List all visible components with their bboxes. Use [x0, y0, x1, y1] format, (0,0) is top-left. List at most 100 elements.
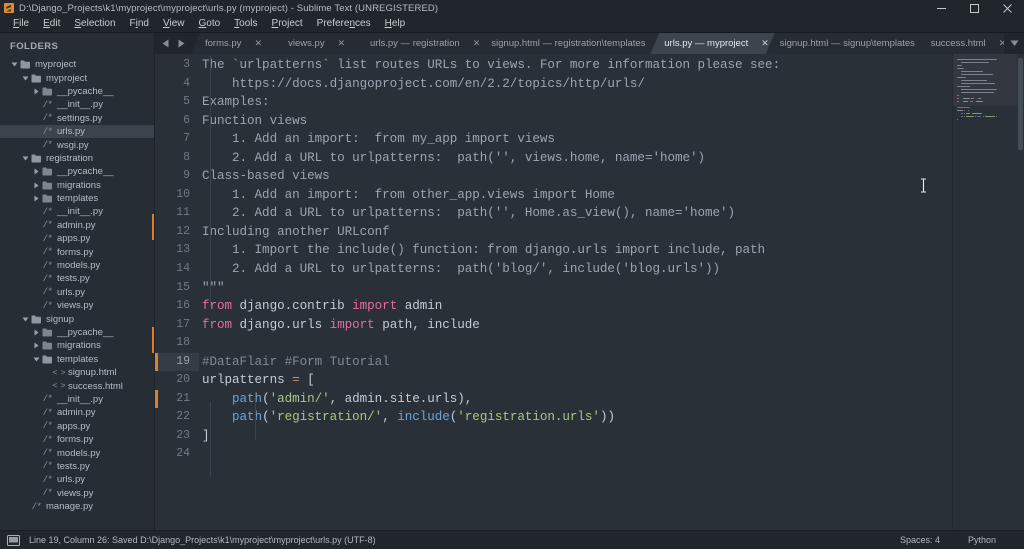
tree-file-models-py[interactable]: /* models.py — [0, 446, 155, 459]
menu-item-goto[interactable]: Goto — [191, 16, 227, 32]
tree-file-views-py[interactable]: /* views.py — [0, 299, 155, 312]
tree-file--init-py[interactable]: /* __init__.py — [0, 98, 155, 111]
chevron-down-icon[interactable] — [21, 155, 30, 162]
indentation-setting[interactable]: Spaces: 4 — [900, 535, 940, 545]
tab-list[interactable]: forms.py ✕ views.py ✕ urls.py — registration… — [191, 33, 1004, 54]
syntax-setting[interactable]: Python — [968, 535, 996, 545]
tab-success-html[interactable]: success.html ✕ — [917, 33, 1004, 54]
tree-file-apps-py[interactable]: /* apps.py — [0, 420, 155, 433]
tree-file-urls-py[interactable]: /* urls.py — [0, 286, 155, 299]
code-line[interactable]: 1. Add an import: from my_app import vie… — [199, 130, 952, 149]
tree-file-wsgi-py[interactable]: /* wsgi.py — [0, 138, 155, 151]
tree-file-urls-py[interactable]: /* urls.py — [0, 124, 155, 139]
console-toggle-icon[interactable] — [7, 534, 20, 546]
tree-folder--pycache-[interactable]: __pycache__ — [0, 326, 155, 339]
tree-file-admin-py[interactable]: /* admin.py — [0, 406, 155, 419]
code-line[interactable]: path('registration/', include('registrat… — [199, 408, 952, 427]
tree-folder--pycache-[interactable]: __pycache__ — [0, 165, 155, 178]
tree-file-tests-py[interactable]: /* tests.py — [0, 272, 155, 285]
tree-file-tests-py[interactable]: /* tests.py — [0, 460, 155, 473]
menu-item-view[interactable]: View — [156, 16, 192, 32]
chevron-left-icon[interactable] — [162, 39, 170, 48]
menu-item-edit[interactable]: Edit — [36, 16, 67, 32]
tab-close-icon[interactable]: ✕ — [761, 39, 769, 48]
tree-file-manage-py[interactable]: /* manage.py — [0, 500, 155, 513]
code-line[interactable]: 1. Import the include() function: from d… — [199, 241, 952, 260]
code-line[interactable]: from django.contrib import admin — [199, 297, 952, 316]
chevron-down-icon[interactable] — [32, 356, 41, 363]
menu-item-help[interactable]: Help — [378, 16, 413, 32]
maximize-button[interactable] — [958, 0, 991, 16]
tree-folder-templates[interactable]: templates — [0, 192, 155, 205]
menu-item-project[interactable]: Project — [265, 16, 310, 32]
tree-folder-registration[interactable]: registration — [0, 152, 155, 165]
chevron-down-icon[interactable] — [21, 316, 30, 323]
tree-folder-templates[interactable]: templates — [0, 353, 155, 366]
code-line[interactable]: ] — [199, 427, 952, 446]
tree-file--init-py[interactable]: /* __init__.py — [0, 205, 155, 218]
chevron-down-icon[interactable] — [21, 75, 30, 82]
close-button[interactable] — [991, 0, 1024, 16]
folder-tree[interactable]: myproject myproject __pycache__/* __init__.… — [0, 58, 155, 513]
code-line[interactable]: Including another URLconf — [199, 223, 952, 242]
tab-close-icon[interactable]: ✕ — [999, 39, 1004, 48]
chevron-down-icon[interactable] — [10, 61, 19, 68]
tab-close-icon[interactable]: ✕ — [254, 39, 262, 48]
code-line[interactable]: 2. Add a URL to urlpatterns: path('', vi… — [199, 149, 952, 168]
chevron-right-icon[interactable] — [32, 195, 41, 202]
tree-file-apps-py[interactable]: /* apps.py — [0, 232, 155, 245]
tree-folder--pycache-[interactable]: __pycache__ — [0, 85, 155, 98]
tree-file--init-py[interactable]: /* __init__.py — [0, 393, 155, 406]
menu-item-preferences[interactable]: Preferences — [310, 16, 378, 32]
minimap[interactable] — [952, 54, 1024, 530]
tab-signup-html-registration-templates[interactable]: signup.html — registration\templates✕ — [477, 33, 659, 54]
code-line[interactable]: 2. Add a URL to urlpatterns: path('blog/… — [199, 260, 952, 279]
editor-area[interactable]: 3 4 5 6 7 8 9 10 11 12 13 14 15 16 17 18 19 20 21 22 23 24 Th… — [155, 54, 1024, 530]
code-line[interactable]: The `urlpatterns` list routes URLs to vi… — [199, 56, 952, 75]
sidebar-file-tree[interactable]: FOLDERS myproject myproject __pycache__/* _… — [0, 33, 155, 530]
tree-file-forms-py[interactable]: /* forms.py — [0, 433, 155, 446]
minimize-button[interactable] — [925, 0, 958, 16]
code-line[interactable]: """ — [199, 279, 952, 298]
menu-item-file[interactable]: File — [6, 16, 36, 32]
code-line[interactable]: 1. Add an import: from other_app.views i… — [199, 186, 952, 205]
code-content[interactable]: The `urlpatterns` list routes URLs to vi… — [199, 54, 952, 530]
minimap-scrollbar[interactable] — [1018, 58, 1023, 150]
code-line[interactable]: https://docs.djangoproject.com/en/2.2/to… — [199, 75, 952, 94]
code-line[interactable]: Class-based views — [199, 167, 952, 186]
code-line[interactable] — [199, 334, 952, 353]
tree-file-models-py[interactable]: /* models.py — [0, 259, 155, 272]
tab-close-icon[interactable]: ✕ — [338, 39, 346, 48]
menu-item-selection[interactable]: Selection — [67, 16, 122, 32]
chevron-right-icon[interactable] — [177, 39, 185, 48]
tab-views-py[interactable]: views.py ✕ — [274, 33, 365, 54]
chevron-right-icon[interactable] — [32, 88, 41, 95]
menu-item-tools[interactable]: Tools — [227, 16, 264, 32]
tree-file-admin-py[interactable]: /* admin.py — [0, 219, 155, 232]
menu-item-find[interactable]: Find — [123, 16, 156, 32]
tree-file-success-html[interactable]: < > success.html — [0, 379, 155, 392]
code-line[interactable]: path('admin/', admin.site.urls), — [199, 390, 952, 409]
chevron-right-icon[interactable] — [32, 342, 41, 349]
code-line[interactable]: urlpatterns = [ — [199, 371, 952, 390]
code-line[interactable] — [199, 445, 952, 464]
chevron-right-icon[interactable] — [32, 182, 41, 189]
code-line[interactable]: Function views — [199, 112, 952, 131]
tree-file-forms-py[interactable]: /* forms.py — [0, 245, 155, 258]
tree-folder-myproject[interactable]: myproject — [0, 71, 155, 84]
chevron-down-icon[interactable] — [1004, 33, 1024, 54]
tab-forms-py[interactable]: forms.py ✕ — [191, 33, 283, 54]
tab-close-icon[interactable]: ✕ — [473, 39, 481, 48]
tree-folder-myproject[interactable]: myproject — [0, 58, 155, 71]
code-line[interactable]: Examples: — [199, 93, 952, 112]
code-line[interactable]: from django.urls import path, include — [199, 316, 952, 335]
tree-file-signup-html[interactable]: < > signup.html — [0, 366, 155, 379]
tree-file-urls-py[interactable]: /* urls.py — [0, 473, 155, 486]
chevron-right-icon[interactable] — [32, 329, 41, 336]
tree-file-settings-py[interactable]: /* settings.py — [0, 112, 155, 125]
code-line[interactable]: #DataFlair #Form Tutorial — [199, 353, 952, 372]
tab-urls-py-myproject[interactable]: urls.py — myproject ✕ — [650, 33, 774, 54]
chevron-right-icon[interactable] — [32, 168, 41, 175]
tree-folder-migrations[interactable]: migrations — [0, 179, 155, 192]
tab-signup-html-signup-templates[interactable]: signup.html — signup\templates✕ — [766, 33, 926, 54]
